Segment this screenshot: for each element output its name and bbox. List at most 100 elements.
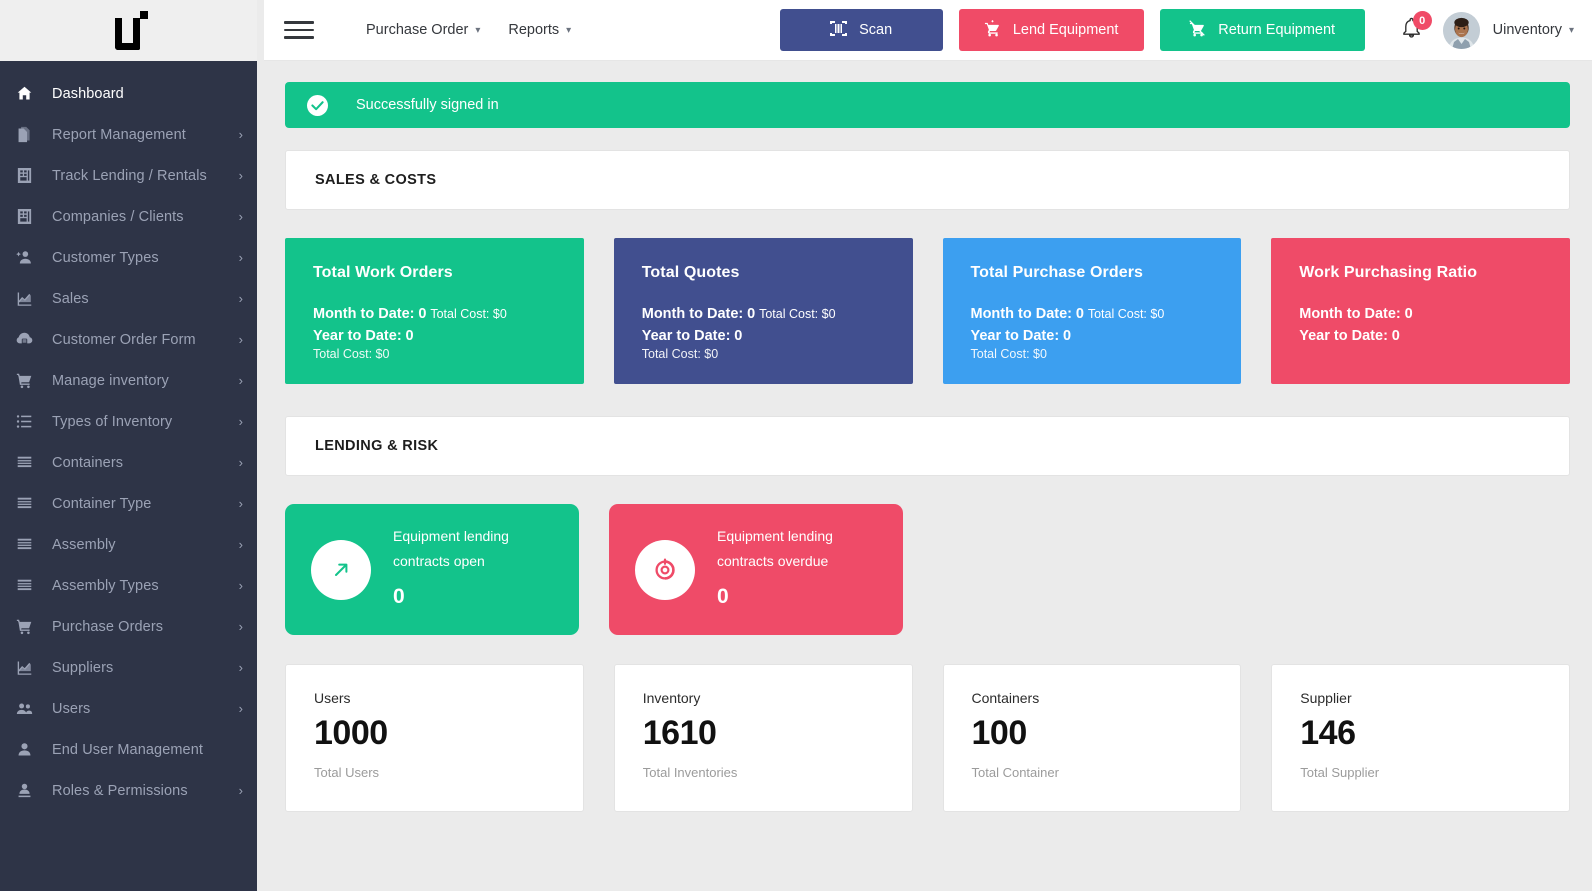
sidebar: Dashboard Report Management › Track Lending… [0,0,257,891]
sidebar-item-label: Roles & Permissions [52,782,188,799]
chevron-right-icon: › [238,578,243,593]
ui-logo-icon [110,10,148,51]
kpi-card-ytd: Year to Date: 0 [313,325,557,347]
notifications-button[interactable]: 0 [1399,11,1432,45]
sidebar-item-container-type[interactable]: Container Type › [0,483,257,524]
chevron-right-icon: › [238,373,243,388]
avatar[interactable] [1442,11,1480,49]
person-key-icon [16,782,38,800]
chevron-right-icon: › [238,701,243,716]
brand-logo[interactable] [0,0,257,61]
sidebar-item-purchase-orders[interactable]: Purchase Orders › [0,606,257,647]
sidebar-item-dashboard[interactable]: Dashboard [0,73,257,114]
sidebar-item-suppliers[interactable]: Suppliers › [0,647,257,688]
kpi-ytd-label: Year to Date: [970,328,1060,345]
lending-risk-header: LENDING & RISK [285,416,1570,476]
sidebar-nav: Dashboard Report Management › Track Lending… [0,61,257,891]
kpi-mtd-cost: Total Cost: $0 [1087,307,1165,321]
kpi-card: Work Purchasing Ratio Month to Date: 0 Ye… [1271,238,1570,384]
scan-button[interactable]: Scan [779,9,943,51]
kpi-card-title: Total Purchase Orders [970,264,1144,281]
kpi-mtd-value: 0 [418,306,427,322]
kpi-card-grid: Total Work Orders Month to Date: 0 Total … [285,238,1570,384]
chevron-down-icon: ▾ [566,24,572,36]
cart-icon [16,618,38,636]
chevron-right-icon: › [238,783,243,798]
kpi-mtd-label: Month to Date: [1299,306,1401,322]
kpi-mtd-cost: Total Cost: $0 [759,307,836,321]
barcode-scan-icon [830,20,848,40]
scan-button-label: Scan [859,22,893,38]
lending-row-spacer [1267,504,1571,635]
document-icon [16,126,38,144]
topnav-reports[interactable]: Reports ▾ [508,22,571,38]
sidebar-item-users[interactable]: Users › [0,688,257,729]
cart-icon [16,372,38,390]
sidebar-item-companies-clients[interactable]: Companies / Clients › [0,196,257,237]
kpi-card-ytd: Year to Date: 0 [1299,325,1543,347]
cart-return-icon [1189,19,1206,41]
kpi-mtd-label: Month to Date: [970,306,1072,322]
chart-icon [16,290,38,308]
lending-card-line2: contracts open [393,552,485,569]
chevron-right-icon: › [238,332,243,347]
list-icon [16,413,38,431]
sidebar-item-types-of-inventory[interactable]: Types of Inventory › [0,401,257,442]
lending-card-line1: Equipment lending [393,527,509,544]
kpi-card-ytd: Year to Date: 0 [642,325,886,347]
sidebar-item-end-user-management[interactable]: End User Management [0,729,257,770]
sidebar-item-assembly-types[interactable]: Assembly Types › [0,565,257,606]
sidebar-item-label: Customer Order Form [52,331,196,348]
stat-card-sub: Total Container [971,765,1059,781]
sidebar-item-label: Container Type [52,495,152,512]
lending-card-row: Equipment lending contracts open 0 Equipmen… [285,504,1570,635]
kpi-ytd-label: Year to Date: [1299,328,1388,345]
arrow-up-right-icon [311,539,371,600]
sales-costs-header: SALES & COSTS [285,150,1570,210]
sidebar-item-label: Assembly Types [52,577,159,594]
sidebar-item-roles-permissions[interactable]: Roles & Permissions › [0,770,257,811]
lines-icon [16,536,38,554]
lines-icon [16,495,38,513]
chevron-down-icon: ▾ [1568,24,1574,36]
sidebar-item-customer-order-form[interactable]: Customer Order Form › [0,319,257,360]
return-equipment-button[interactable]: Return Equipment [1159,9,1365,51]
sidebar-item-track-lending-rentals[interactable]: Track Lending / Rentals › [0,155,257,196]
order-form-icon [16,331,38,349]
lending-card: Equipment lending contracts overdue 0 [609,504,903,635]
sidebar-item-label: Users [52,700,91,717]
kpi-ytd-label: Year to Date: [641,328,731,345]
stat-card: Users 1000 Total Users [285,664,584,812]
stat-card-label: Supplier [1300,690,1352,706]
user-menu-label: Uinventory [1492,22,1562,38]
sidebar-item-containers[interactable]: Containers › [0,442,257,483]
sidebar-item-label: End User Management [52,741,204,758]
kpi-card: Total Work Orders Month to Date: 0 Total … [285,238,584,384]
chevron-right-icon: › [238,250,243,265]
sidebar-item-label: Sales [52,290,89,307]
sidebar-item-label: Suppliers [52,659,114,676]
kpi-mtd-value: 0 [1075,306,1084,322]
sidebar-item-manage-inventory[interactable]: Manage inventory › [0,360,257,401]
sales-costs-title: SALES & COSTS [315,172,437,188]
chevron-right-icon: › [238,496,243,511]
sidebar-item-sales[interactable]: Sales › [0,278,257,319]
sidebar-item-label: Report Management [52,126,186,143]
sidebar-item-assembly[interactable]: Assembly › [0,524,257,565]
kpi-mtd-label: Month to Date: [641,306,744,322]
sidebar-item-report-management[interactable]: Report Management › [0,114,257,155]
return-equipment-button-label: Return Equipment [1218,22,1336,38]
hamburger-icon[interactable] [284,18,314,42]
content-area: Successfully signed in SALES & COSTS Tot… [264,61,1592,891]
chevron-right-icon: › [238,291,243,306]
topnav-purchase-order[interactable]: Purchase Order ▾ [366,22,480,38]
user-menu[interactable]: Uinventory ▾ [1493,22,1574,38]
chevron-right-icon: › [238,537,243,552]
kpi-card-mtd: Month to Date: 0 Total Cost: $0 [313,303,557,325]
kpi-card: Total Quotes Month to Date: 0 Total Cost:… [613,238,913,384]
home-icon [16,85,38,103]
sidebar-item-customer-types[interactable]: Customer Types › [0,237,257,278]
stat-card-sub: Total Supplier [1300,765,1380,781]
lend-equipment-button[interactable]: Lend Equipment [958,9,1144,51]
stat-card-value: 146 [1300,714,1356,752]
